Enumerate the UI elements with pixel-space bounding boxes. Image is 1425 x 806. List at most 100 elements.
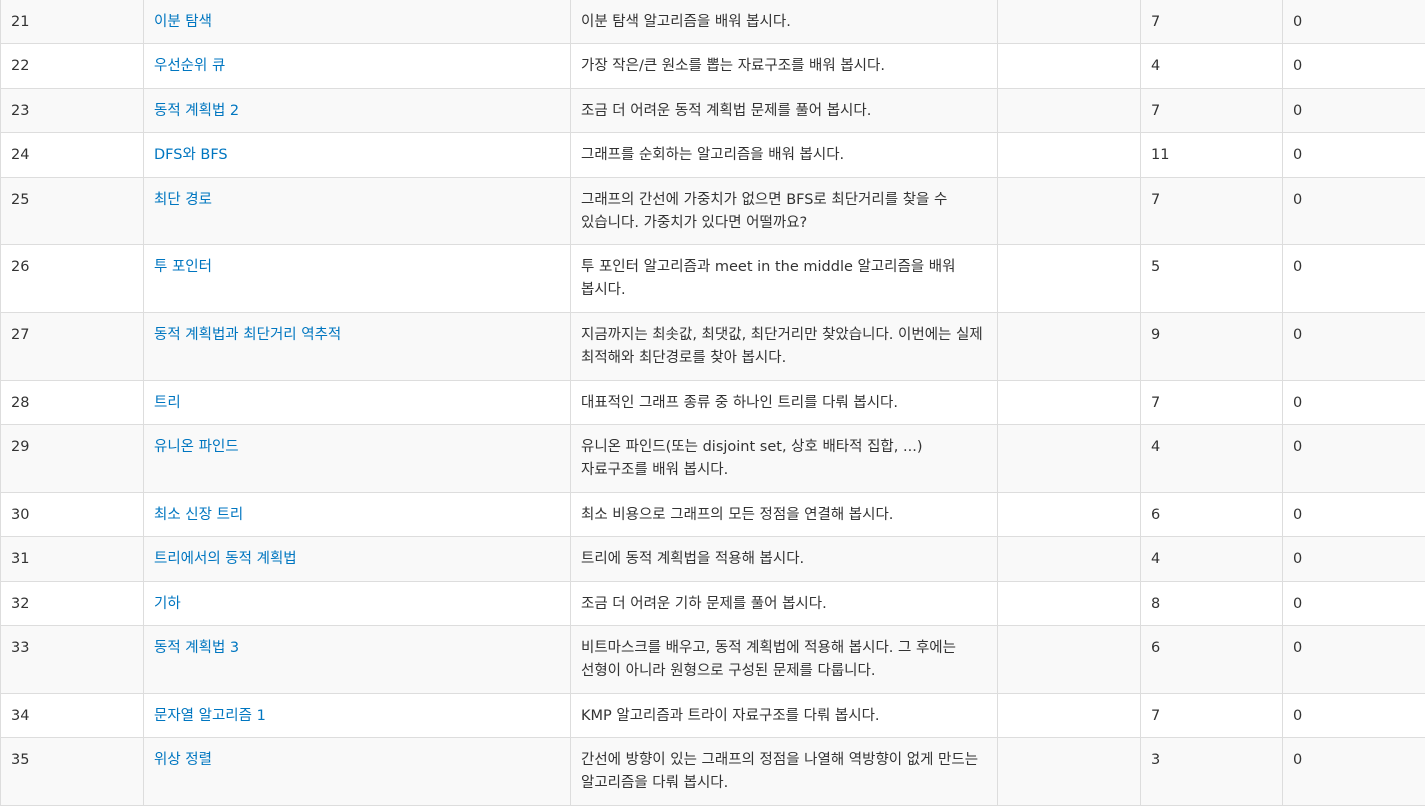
step-title-link[interactable]: 위상 정렬	[154, 752, 212, 768]
step-title-link[interactable]: 동적 계획법 2	[154, 103, 239, 119]
step-solved-count: 0	[1283, 694, 1425, 738]
step-title-link[interactable]: 최소 신장 트리	[154, 507, 243, 523]
table-row: 26투 포인터투 포인터 알고리즘과 meet in the middle 알고…	[1, 245, 1425, 313]
step-number: 24	[1, 133, 144, 178]
step-number: 31	[1, 537, 144, 582]
step-description: 최소 비용으로 그래프의 모든 정점을 연결해 봅시다.	[571, 493, 998, 537]
table-row: 30최소 신장 트리최소 비용으로 그래프의 모든 정점을 연결해 봅시다.60	[1, 493, 1425, 537]
table-row: 25 최단 경로 그래프의 간선에 가중치가 없으면 BFS로 최단거리를 찾을 수…	[1, 178, 1425, 245]
step-title-cell: 동적 계획법 2	[144, 89, 571, 133]
step-title-cell: 트리에서의 동적 계획법	[144, 537, 571, 582]
step-problem-count: 6	[1141, 626, 1283, 694]
step-title-link[interactable]: 동적 계획법 3	[154, 640, 239, 656]
table-row: 31트리에서의 동적 계획법트리에 동적 계획법을 적용해 봅시다.40	[1, 537, 1425, 582]
step-problem-count: 4	[1141, 537, 1283, 582]
step-title-link[interactable]: DFS와 BFS	[154, 147, 228, 163]
step-solved-count: 0	[1283, 626, 1425, 694]
step-number: 28	[1, 381, 144, 425]
step-title-link[interactable]: 우선순위 큐	[154, 58, 225, 74]
step-description: 투 포인터 알고리즘과 meet in the middle 알고리즘을 배워 …	[571, 245, 998, 313]
step-title-link[interactable]: 동적 계획법과 최단거리 역추적	[154, 327, 341, 343]
step-title-cell: 최단 경로	[144, 178, 571, 245]
step-problem-count: 6	[1141, 493, 1283, 537]
step-description: 비트마스크를 배우고, 동적 계획법에 적용해 봅시다. 그 후에는 선형이 아…	[571, 626, 998, 694]
table-row: 27동적 계획법과 최단거리 역추적지금까지는 최솟값, 최댓값, 최단거리만 …	[1, 313, 1425, 381]
step-extra-cell	[998, 537, 1141, 582]
step-extra-cell	[998, 425, 1141, 493]
step-solved-count: 0	[1283, 493, 1425, 537]
step-title-link[interactable]: 트리에서의 동적 계획법	[154, 551, 297, 567]
step-description: 간선에 방향이 있는 그래프의 정점을 나열해 역방향이 없게 만드는 알고리즘…	[571, 738, 998, 806]
step-title-cell: 기하	[144, 582, 571, 626]
step-title-link[interactable]: 기하	[154, 596, 181, 612]
step-title-cell: 문자열 알고리즘 1	[144, 694, 571, 738]
step-description: 조금 더 어려운 동적 계획법 문제를 풀어 봅시다.	[571, 89, 998, 133]
step-solved-count: 0	[1283, 582, 1425, 626]
step-description: 대표적인 그래프 종류 중 하나인 트리를 다뤄 봅시다.	[571, 381, 998, 425]
step-number: 22	[1, 44, 144, 89]
step-table-body: 21이분 탐색이분 탐색 알고리즘을 배워 봅시다.7022우선순위 큐가장 작…	[1, 0, 1425, 806]
step-extra-cell	[998, 738, 1141, 806]
step-title-cell: 이분 탐색	[144, 0, 571, 44]
step-number: 25	[1, 178, 144, 245]
step-title-cell: 우선순위 큐	[144, 44, 571, 89]
table-row: 34문자열 알고리즘 1KMP 알고리즘과 트라이 자료구조를 다뤄 봅시다.7…	[1, 694, 1425, 738]
step-extra-cell	[998, 626, 1141, 694]
step-extra-cell	[998, 694, 1141, 738]
step-extra-cell	[998, 582, 1141, 626]
step-solved-count: 0	[1283, 738, 1425, 806]
step-solved-count: 0	[1283, 537, 1425, 582]
step-extra-cell	[998, 89, 1141, 133]
step-problem-count: 7	[1141, 381, 1283, 425]
step-problem-count: 8	[1141, 582, 1283, 626]
step-title-cell: 최소 신장 트리	[144, 493, 571, 537]
step-title-cell: 트리	[144, 381, 571, 425]
step-description: 그래프의 간선에 가중치가 없으면 BFS로 최단거리를 찾을 수 있습니다. …	[571, 178, 998, 245]
step-title-link[interactable]: 이분 탐색	[154, 14, 212, 30]
step-description: 조금 더 어려운 기하 문제를 풀어 봅시다.	[571, 582, 998, 626]
step-extra-cell	[998, 0, 1141, 44]
step-problem-count: 11	[1141, 133, 1283, 178]
step-title-link[interactable]: 문자열 알고리즘 1	[154, 708, 266, 724]
step-solved-count: 0	[1283, 381, 1425, 425]
step-solved-count: 0	[1283, 245, 1425, 313]
step-number: 27	[1, 313, 144, 381]
step-solved-count: 0	[1283, 0, 1425, 44]
step-title-link[interactable]: 최단 경로	[154, 192, 212, 208]
step-extra-cell	[998, 44, 1141, 89]
step-number: 32	[1, 582, 144, 626]
table-row: 21이분 탐색이분 탐색 알고리즘을 배워 봅시다.70	[1, 0, 1425, 44]
step-title-cell: DFS와 BFS	[144, 133, 571, 178]
step-problem-count: 7	[1141, 694, 1283, 738]
step-problem-count: 3	[1141, 738, 1283, 806]
step-problem-count: 4	[1141, 425, 1283, 493]
step-title-link[interactable]: 유니온 파인드	[154, 439, 239, 455]
table-row: 23동적 계획법 2조금 더 어려운 동적 계획법 문제를 풀어 봅시다.70	[1, 89, 1425, 133]
step-title-cell: 위상 정렬	[144, 738, 571, 806]
step-number: 23	[1, 89, 144, 133]
step-solved-count: 0	[1283, 44, 1425, 89]
step-extra-cell	[998, 178, 1141, 245]
step-solved-count: 0	[1283, 425, 1425, 493]
table-row: 28 트리 대표적인 그래프 종류 중 하나인 트리를 다뤄 봅시다. 70	[1, 381, 1425, 425]
table-row: 29 유니온 파인드 유니온 파인드(또는 disjoint set, 상호 배타적…	[1, 425, 1425, 493]
step-title-link[interactable]: 투 포인터	[154, 259, 212, 275]
step-number: 34	[1, 694, 144, 738]
step-problem-count: 9	[1141, 313, 1283, 381]
step-extra-cell	[998, 381, 1141, 425]
table-row: 22우선순위 큐가장 작은/큰 원소를 뽑는 자료구조를 배워 봅시다.40	[1, 44, 1425, 89]
step-solved-count: 0	[1283, 89, 1425, 133]
step-number: 29	[1, 425, 144, 493]
table-row: 24DFS와 BFS그래프를 순회하는 알고리즘을 배워 봅시다.110	[1, 133, 1425, 178]
step-description: 유니온 파인드(또는 disjoint set, 상호 배타적 집합, ...)…	[571, 425, 998, 493]
table-row: 32 기하 조금 더 어려운 기하 문제를 풀어 봅시다. 80	[1, 582, 1425, 626]
step-problem-count: 5	[1141, 245, 1283, 313]
step-extra-cell	[998, 133, 1141, 178]
step-title-link[interactable]: 트리	[154, 395, 181, 411]
step-solved-count: 0	[1283, 133, 1425, 178]
step-title-cell: 유니온 파인드	[144, 425, 571, 493]
step-problem-count: 7	[1141, 178, 1283, 245]
step-extra-cell	[998, 245, 1141, 313]
table-row: 35 위상 정렬 간선에 방향이 있는 그래프의 정점을 나열해 역방향이 없게 만…	[1, 738, 1425, 806]
step-number: 35	[1, 738, 144, 806]
